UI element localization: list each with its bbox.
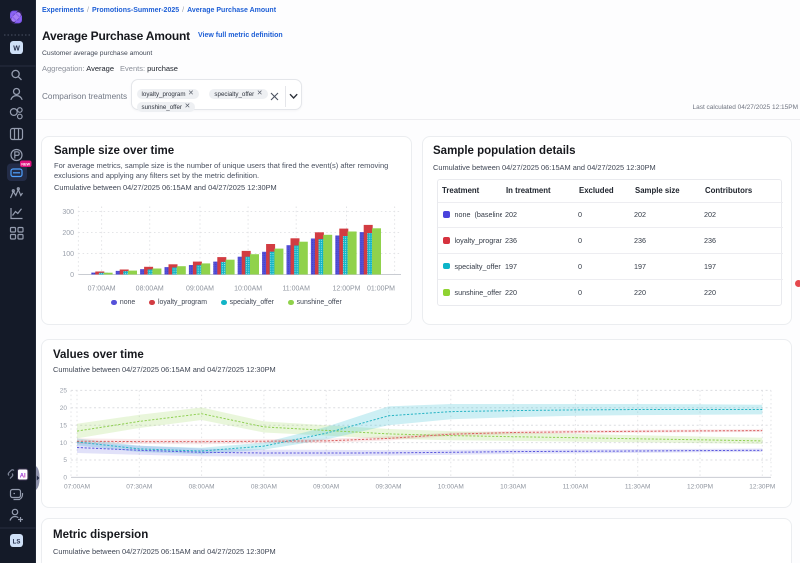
svg-text:11:00AM: 11:00AM — [563, 484, 589, 491]
svg-text:0: 0 — [63, 475, 67, 482]
svg-text:W: W — [13, 46, 20, 53]
svg-text:08:00AM: 08:00AM — [136, 286, 164, 293]
svg-text:11:00AM: 11:00AM — [282, 286, 310, 293]
svg-text:01:00PM: 01:00PM — [367, 286, 395, 293]
svg-text:25: 25 — [60, 388, 68, 395]
svg-text:NEW: NEW — [21, 163, 30, 167]
svg-text:07:00AM: 07:00AM — [88, 286, 116, 293]
svg-text:07:00AM: 07:00AM — [64, 484, 90, 491]
svg-text:07:30AM: 07:30AM — [126, 484, 152, 491]
svg-text:09:00AM: 09:00AM — [313, 484, 339, 491]
svg-text:10:30AM: 10:30AM — [500, 484, 526, 491]
svg-text:300: 300 — [62, 209, 74, 216]
svg-text:100: 100 — [62, 251, 74, 258]
svg-text:AI: AI — [20, 474, 26, 480]
svg-text:10: 10 — [60, 440, 68, 447]
svg-text:12:00PM: 12:00PM — [332, 286, 360, 293]
svg-text:08:30AM: 08:30AM — [251, 484, 277, 491]
svg-text:09:30AM: 09:30AM — [375, 484, 401, 491]
svg-text:10:00AM: 10:00AM — [438, 484, 464, 491]
svg-text:15: 15 — [60, 422, 68, 429]
svg-text:5: 5 — [63, 457, 67, 464]
svg-text:11:30AM: 11:30AM — [625, 484, 651, 491]
svg-text:LS: LS — [13, 540, 21, 546]
svg-text:12:00PM: 12:00PM — [687, 484, 713, 491]
svg-text:0: 0 — [70, 272, 74, 279]
svg-text:08:00AM: 08:00AM — [189, 484, 215, 491]
svg-text:20: 20 — [60, 405, 68, 412]
svg-text:09:00AM: 09:00AM — [186, 286, 214, 293]
svg-text:12:30PM: 12:30PM — [749, 484, 775, 491]
svg-text:200: 200 — [62, 230, 74, 237]
svg-text:10:00AM: 10:00AM — [234, 286, 262, 293]
